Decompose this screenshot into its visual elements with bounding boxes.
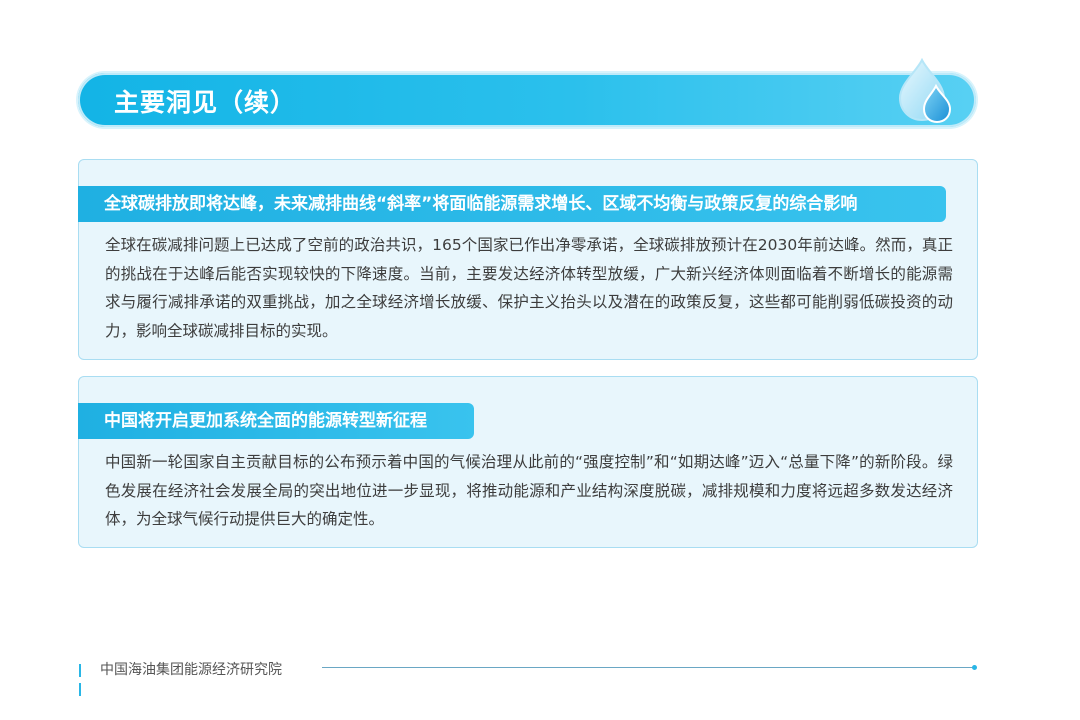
footer-bars-icon [79, 662, 85, 696]
insight-heading-1: 全球碳排放即将达峰，未来减排曲线“斜率”将面临能源需求增长、区域不均衡与政策反复… [78, 186, 946, 222]
water-drop-icon [898, 58, 952, 124]
footer-divider [322, 667, 974, 668]
insight-card-2: 中国将开启更加系统全面的能源转型新征程 中国新一轮国家自主贡献目标的公布预示着中… [78, 376, 978, 548]
insight-card-1: 全球碳排放即将达峰，未来减排曲线“斜率”将面临能源需求增长、区域不均衡与政策反复… [78, 159, 978, 360]
page-title: 主要洞见（续） [114, 88, 297, 117]
insight-body-2: 中国新一轮国家自主贡献目标的公布预示着中国的气候治理从此前的“强度控制”和“如期… [105, 453, 953, 528]
insight-body-1: 全球在碳减排问题上已达成了空前的政治共识，165个国家已作出净零承诺，全球碳排放… [105, 236, 953, 340]
insight-heading-2: 中国将开启更加系统全面的能源转型新征程 [78, 403, 474, 439]
section-title-banner: 主要洞见（续） [78, 73, 976, 127]
footer-dot [972, 665, 977, 670]
footer-organization: 中国海油集团能源经济研究院 [100, 662, 282, 678]
